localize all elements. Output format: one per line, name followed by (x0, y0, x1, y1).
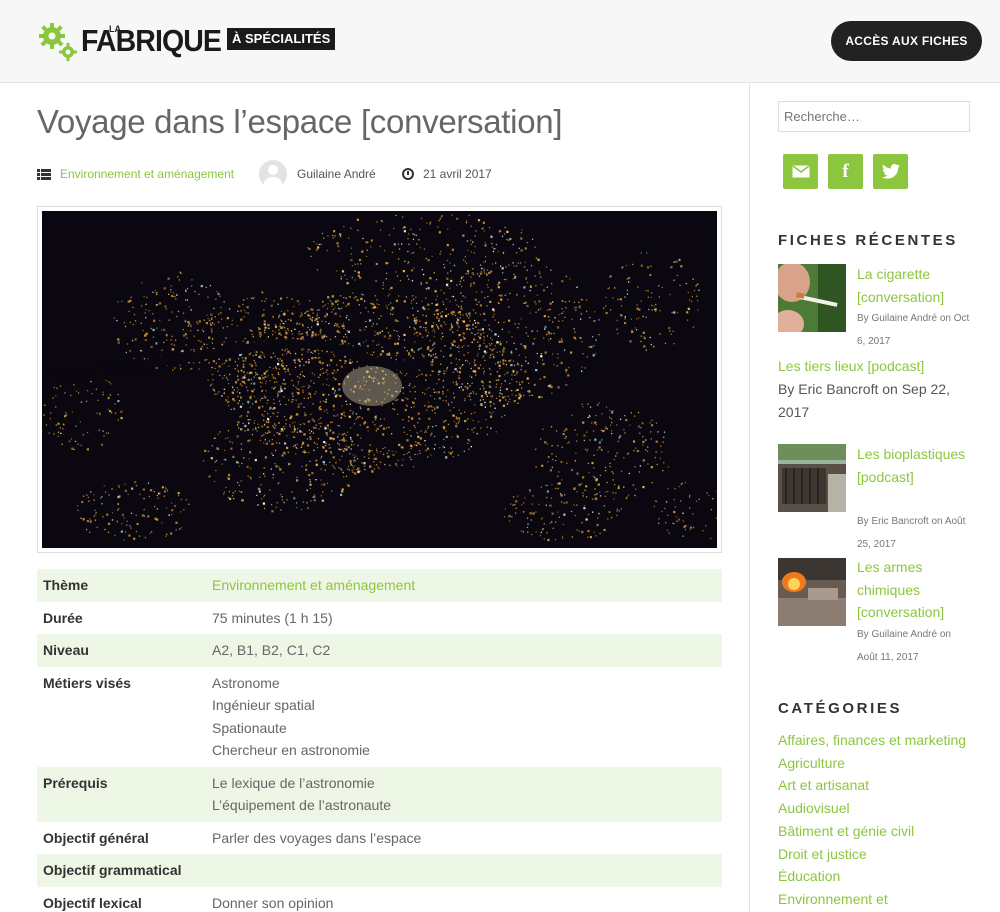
details-key: Métiers visés (43, 674, 131, 691)
details-value-line[interactable]: Environnement et aménagement (212, 574, 415, 597)
category-link[interactable]: Environnement et (778, 888, 966, 911)
category-link[interactable]: Éducation (778, 865, 966, 888)
night-city-lights (42, 214, 717, 542)
hero-image-frame (37, 206, 722, 553)
details-value-line: Ingénieur spatial (212, 697, 315, 713)
category-link[interactable]: Audiovisuel (778, 797, 966, 820)
site-logo[interactable]: LA FABRIQUE À SPÉCIALITÉS (37, 22, 336, 62)
categories-list: Affaires, finances et marketing Agricultu… (778, 729, 966, 911)
details-value-line: 75 minutes (1 h 15) (212, 609, 333, 626)
details-value: Le lexique de l’astronomie L’équipement d… (212, 772, 391, 817)
details-value: 75 minutes (1 h 15) (212, 607, 333, 630)
recent-title[interactable]: Les armes chimiques [conversation] (857, 556, 967, 624)
recent-meta: By Guilaine André on Août 11, 2017 (857, 629, 951, 663)
details-key: Niveau (43, 642, 89, 658)
category-link[interactable]: Art et artisanat (778, 774, 966, 797)
details-row: Objectif lexical Donner son opinion (37, 887, 722, 912)
details-value: Donner son opinion (212, 892, 333, 912)
details-value[interactable]: Environnement et aménagement (212, 574, 415, 597)
details-row: Prérequis Le lexique de l’astronomie L’équ… (37, 766, 722, 822)
site-header: LA FABRIQUE À SPÉCIALITÉS ACCÈS AUX FICH… (0, 0, 1000, 83)
twitter-icon (881, 164, 900, 179)
details-value-line: L’équipement de l’astronaute (212, 797, 392, 813)
details-value-line: Chercheur en astronomie (212, 742, 370, 758)
recent-meta: By Eric Bancroft on Sep 22, 2017 (778, 381, 950, 420)
post-meta: Environnement et aménagement Guilaine An… (37, 160, 737, 188)
sidebar-divider (749, 83, 750, 912)
details-value: A2, B1, B2, C1, C2 (212, 639, 330, 662)
email-icon (792, 165, 809, 178)
details-key: Prérequis (43, 774, 108, 791)
recent-thumbnail[interactable] (778, 558, 846, 626)
details-value-line: Spationaute (212, 719, 287, 736)
details-row: Objectif général Parler des voyages dans … (37, 822, 722, 855)
recent-title[interactable]: Les tiers lieux [podcast] (778, 355, 924, 378)
recent-item[interactable]: La cigarette [conversation] By Guilaine … (778, 263, 978, 353)
post-author: Guilaine André (259, 160, 376, 188)
details-key: Objectif lexical (43, 894, 142, 911)
clock-icon (402, 168, 414, 180)
details-table: Thème Environnement et aménagement Durée 75… (37, 569, 722, 912)
facebook-icon: f (842, 160, 849, 182)
logo-tagline: À SPÉCIALITÉS (227, 28, 336, 50)
details-row: Niveau A2, B1, B2, C1, C2 (37, 634, 722, 667)
recent-item[interactable]: Les armes chimiques [conversation] By Gu… (778, 556, 978, 671)
post-date-label: 21 avril 2017 (423, 167, 492, 181)
recent-title[interactable]: Les bioplastiques [podcast] (857, 443, 967, 488)
details-value: Astronome Ingénieur spatial Spationaute Che… (212, 672, 370, 762)
details-value-line: Astronome (212, 674, 280, 691)
post-category-label[interactable]: Environnement et aménagement (60, 167, 234, 181)
recent-thumbnail[interactable] (778, 444, 846, 512)
categories-heading: CATÉGORIES (778, 700, 903, 717)
category-link[interactable]: Affaires, finances et marketing (778, 729, 966, 752)
details-value-line: Parler des voyages dans l’espace (212, 829, 422, 846)
details-row: Durée 75 minutes (1 h 15) (37, 602, 722, 635)
details-key: Objectif général (43, 829, 149, 846)
details-row: Métiers visés Astronome Ingénieur spatial S… (37, 667, 722, 767)
details-value-line: A2, B1, B2, C1, C2 (212, 642, 331, 658)
avatar (259, 160, 287, 188)
category-link[interactable]: Bâtiment et génie civil (778, 820, 966, 843)
email-share-button[interactable] (783, 154, 818, 189)
facebook-share-button[interactable]: f (828, 154, 863, 189)
post-date: 21 avril 2017 (402, 163, 492, 185)
category-link[interactable]: Agriculture (778, 752, 966, 775)
gears-icon (39, 23, 77, 61)
details-row: Thème Environnement et aménagement (37, 569, 722, 602)
recent-thumbnail[interactable] (778, 264, 846, 332)
recent-title[interactable]: La cigarette [conversation] (857, 263, 967, 308)
details-value: Parler des voyages dans l’espace (212, 827, 421, 850)
twitter-share-button[interactable] (873, 154, 908, 189)
search-input[interactable] (778, 101, 970, 132)
recent-meta: By Guilaine André on Oct 6, 2017 (857, 313, 970, 347)
recent-meta: By Eric Bancroft on Août 25, 2017 (857, 516, 966, 550)
details-key: Durée (43, 609, 83, 626)
category-link[interactable]: Droit et justice (778, 843, 966, 866)
recent-heading: FICHES RÉCENTES (778, 232, 958, 249)
details-key: Thème (43, 577, 89, 593)
details-row: Objectif grammatical (37, 854, 722, 887)
post-category[interactable]: Environnement et aménagement (37, 163, 234, 185)
recent-item[interactable]: Les bioplastiques [podcast] By Eric Banc… (778, 443, 978, 553)
post-author-name: Guilaine André (297, 167, 376, 181)
list-icon (37, 168, 51, 180)
details-value-line: Donner son opinion (212, 894, 334, 911)
acces-fiches-button[interactable]: ACCÈS AUX FICHES (831, 21, 982, 61)
details-value-line: Le lexique de l’astronomie (212, 774, 375, 791)
details-key: Objectif grammatical (43, 862, 182, 878)
night-city-photo (42, 211, 717, 548)
logo-wordmark: FABRIQUE (81, 23, 222, 58)
page-title: Voyage dans l’espace [conversation] (37, 103, 563, 140)
